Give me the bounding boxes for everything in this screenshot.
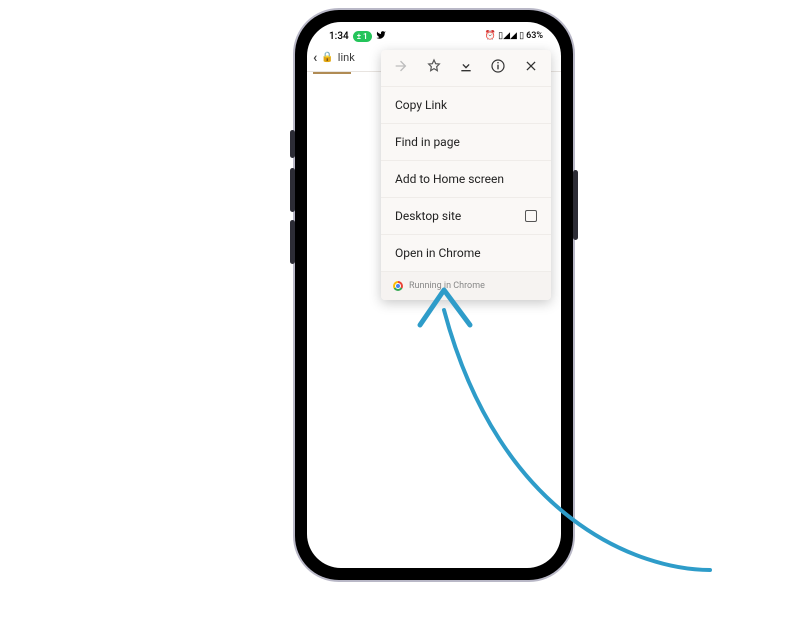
side-button <box>290 130 295 158</box>
status-icons: ⏰ ▯◢◢ ▯ <box>485 31 524 41</box>
info-icon[interactable] <box>488 58 508 78</box>
star-icon[interactable] <box>424 58 444 78</box>
status-battery: 63% <box>526 31 543 41</box>
menu-copy-link[interactable]: Copy Link <box>381 86 551 123</box>
menu-item-label: Copy Link <box>395 98 447 112</box>
status-bar: 1:34 ± 1 ⏰ ▯◢◢ ▯63% <box>307 22 561 44</box>
back-icon[interactable]: ‹ <box>313 50 317 66</box>
forward-icon[interactable] <box>391 58 411 78</box>
power-button <box>573 170 578 240</box>
lock-icon: 🔒 <box>321 52 333 63</box>
close-icon[interactable] <box>521 59 541 77</box>
menu-footer: Running in Chrome <box>381 271 551 300</box>
menu-icon-row <box>381 50 551 86</box>
menu-item-label: Find in page <box>395 135 460 149</box>
menu-item-label: Add to Home screen <box>395 172 504 186</box>
twitter-icon <box>376 30 386 43</box>
menu-footer-label: Running in Chrome <box>409 281 485 291</box>
download-icon[interactable] <box>456 58 476 78</box>
menu-desktop-site[interactable]: Desktop site <box>381 197 551 234</box>
menu-item-label: Open in Chrome <box>395 246 481 260</box>
phone-screen: 1:34 ± 1 ⏰ ▯◢◢ ▯63% ‹ 🔒 link <box>307 22 561 568</box>
volume-up-button <box>290 168 295 212</box>
volume-down-button <box>290 220 295 264</box>
menu-open-in-chrome[interactable]: Open in Chrome <box>381 234 551 271</box>
chrome-icon <box>393 281 403 291</box>
status-pill: ± 1 <box>353 31 372 42</box>
menu-find-in-page[interactable]: Find in page <box>381 123 551 160</box>
phone-frame: 1:34 ± 1 ⏰ ▯◢◢ ▯63% ‹ 🔒 link <box>295 10 573 580</box>
status-time: 1:34 <box>329 31 349 42</box>
menu-add-home-screen[interactable]: Add to Home screen <box>381 160 551 197</box>
overflow-menu: Copy Link Find in page Add to Home scree… <box>381 50 551 300</box>
menu-item-label: Desktop site <box>395 209 461 223</box>
tab-accent <box>313 72 351 74</box>
url-text[interactable]: link <box>338 51 355 64</box>
checkbox-icon[interactable] <box>525 210 537 222</box>
